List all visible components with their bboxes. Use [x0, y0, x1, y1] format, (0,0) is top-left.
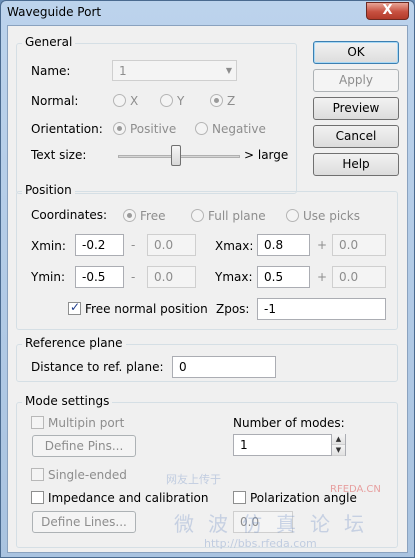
define-lines-button[interactable]: Define Lines... — [32, 511, 136, 533]
num-modes-input[interactable]: 1 — [233, 434, 346, 456]
normal-option-y[interactable]: Y — [160, 94, 184, 108]
orientation-label: Orientation: — [31, 122, 103, 136]
coordinates-option-use-picks[interactable]: Use picks — [286, 209, 360, 223]
ymax-offset-sign: + — [317, 270, 328, 284]
num-modes-label: Number of modes: — [233, 416, 345, 430]
normal-option-x[interactable]: X — [113, 94, 138, 108]
ymin-offset-sign: - — [131, 270, 136, 284]
ymax-label: Ymax: — [215, 270, 253, 284]
impedance-checkbox[interactable]: Impedance and calibration — [31, 491, 209, 505]
xmin-label: Xmin: — [31, 239, 66, 253]
watermark-url: http://bbs.rfeda.com — [204, 537, 317, 550]
name-value: 1 — [119, 64, 127, 78]
xmax-offset-input[interactable]: 0.0 — [332, 234, 386, 256]
ymin-label: Ymin: — [31, 270, 66, 284]
reference-plane-group-title: Reference plane — [22, 336, 126, 350]
normal-option-z[interactable]: Z — [210, 94, 235, 108]
zpos-label: Zpos: — [216, 302, 250, 316]
radio-selected-icon — [123, 209, 136, 222]
watermark-slogan: 网友上传于 — [166, 473, 221, 486]
radio-selected-icon — [210, 94, 223, 107]
ymin-input[interactable]: -0.5 — [75, 266, 124, 288]
watermark-site: RFEDA.CN — [330, 484, 381, 495]
close-button[interactable]: X — [366, 2, 409, 20]
mode-settings-group-title: Mode settings — [22, 394, 113, 408]
ok-button[interactable]: OK — [313, 41, 399, 64]
zpos-input[interactable]: -1 — [257, 298, 386, 320]
distance-label: Distance to ref. plane: — [31, 360, 164, 374]
preview-button[interactable]: Preview — [313, 97, 399, 120]
radio-icon — [286, 209, 299, 222]
radio-icon — [195, 122, 208, 135]
title-bar[interactable]: Waveguide Port X — [1, 1, 414, 25]
distance-input[interactable]: 0 — [172, 356, 276, 378]
xmin-input[interactable]: -0.2 — [75, 234, 124, 256]
define-pins-button[interactable]: Define Pins... — [32, 435, 136, 457]
num-modes-spinner[interactable]: ▲ ▼ — [331, 434, 345, 456]
ymax-offset-input[interactable]: 0.0 — [332, 266, 386, 288]
orientation-option-negative[interactable]: Negative — [195, 122, 266, 136]
xmax-offset-sign: + — [317, 238, 328, 252]
spin-up-icon[interactable]: ▲ — [332, 434, 345, 445]
coordinates-label: Coordinates: — [31, 208, 108, 222]
orientation-option-positive[interactable]: Positive — [113, 122, 176, 136]
checkbox-icon — [233, 491, 246, 504]
single-ended-checkbox[interactable]: Single-ended — [31, 468, 127, 482]
free-normal-checkbox[interactable]: Free normal position — [68, 300, 208, 316]
normal-label: Normal: — [31, 94, 79, 108]
checkbox-icon — [31, 491, 44, 504]
radio-icon — [113, 94, 126, 107]
cancel-button[interactable]: Cancel — [313, 125, 399, 148]
general-group-title: General — [22, 35, 76, 49]
text-size-label: Text size: — [31, 148, 87, 162]
xmax-input[interactable]: 0.8 — [257, 234, 310, 256]
xmin-offset-input[interactable]: 0.0 — [147, 234, 196, 256]
coordinates-option-free[interactable]: Free — [123, 209, 165, 223]
checkbox-icon — [31, 416, 44, 429]
watermark-forum: 微波仿真论坛 — [174, 512, 378, 536]
window-title: Waveguide Port — [7, 5, 102, 19]
name-combobox[interactable]: 1 ▼ — [112, 60, 237, 81]
help-button[interactable]: Help — [313, 153, 399, 176]
apply-button[interactable]: Apply — [313, 69, 399, 92]
checkbox-icon — [31, 468, 44, 481]
multipin-checkbox[interactable]: Multipin port — [31, 416, 124, 430]
ymax-input[interactable]: 0.5 — [257, 266, 310, 288]
name-label: Name: — [31, 64, 71, 78]
radio-selected-icon — [113, 122, 126, 135]
coordinates-option-full-plane[interactable]: Full plane — [191, 209, 266, 223]
position-group-title: Position — [22, 183, 75, 197]
xmin-offset-sign: - — [131, 238, 136, 252]
radio-icon — [191, 209, 204, 222]
spin-down-icon[interactable]: ▼ — [332, 445, 345, 456]
checkbox-checked-icon — [68, 300, 81, 315]
xmax-label: Xmax: — [215, 239, 254, 253]
dialog-window: Waveguide Port X General Name: 1 ▼ Norma… — [0, 0, 415, 558]
radio-icon — [160, 94, 173, 107]
ymin-offset-input[interactable]: 0.0 — [147, 266, 196, 288]
text-size-max-label: > large — [244, 148, 289, 162]
close-icon: X — [382, 3, 393, 18]
text-size-slider-thumb[interactable] — [171, 145, 181, 166]
chevron-down-icon: ▼ — [225, 66, 232, 75]
dialog-client: General Name: 1 ▼ Normal: X Y Z Orientat… — [7, 25, 408, 553]
